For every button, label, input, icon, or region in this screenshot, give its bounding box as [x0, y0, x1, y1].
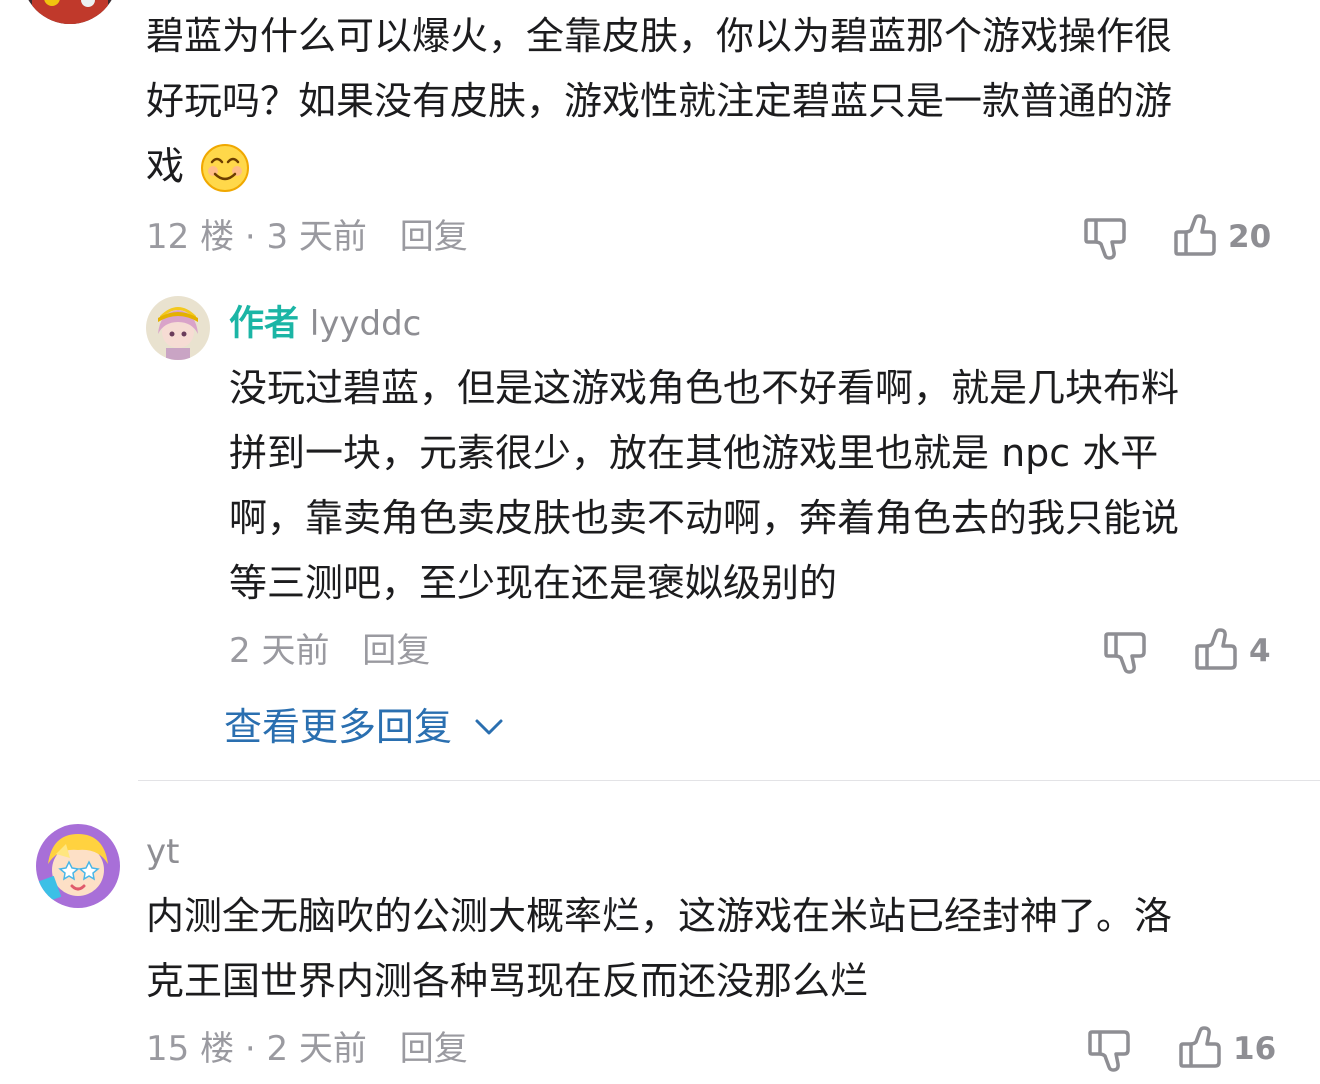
grinning-face-emoji-icon: [200, 143, 250, 193]
author-reply-like-button[interactable]: 4: [1193, 626, 1271, 676]
comment-12-line-3-wrap: 戏: [146, 134, 250, 199]
chevron-down-icon: [475, 719, 503, 735]
comment-12-like-button[interactable]: 20: [1172, 212, 1271, 262]
author-reply-meta: 2 天前 回复: [229, 631, 430, 671]
comment-12-reply-button[interactable]: 回复: [400, 217, 468, 257]
comment-15-reply-button[interactable]: 回复: [400, 1029, 468, 1069]
author-avatar[interactable]: [146, 296, 210, 360]
comment-12-line-1: 碧蓝为什么可以爆火，全靠皮肤，你以为碧蓝那个游戏操作很: [146, 14, 1173, 58]
comment-15-floor-time: 15 楼 · 2 天前: [146, 1029, 367, 1069]
thumbs-down-icon: [1084, 218, 1126, 260]
author-reply-line-2: 拼到一块，元素很少，放在其他游戏里也就是 npc 水平: [229, 431, 1159, 475]
author-name-row: 作者 lyyddc: [229, 304, 421, 344]
thumbs-down-icon: [1088, 1030, 1130, 1072]
thumbs-up-icon: [1179, 1026, 1221, 1068]
comment-15-line-1: 内测全无脑吹的公测大概率烂，这游戏在米站已经封神了。洛: [146, 894, 1173, 938]
comment-12-line-3: 戏: [146, 144, 185, 188]
comment-15-meta: 15 楼 · 2 天前 回复: [146, 1029, 468, 1069]
comment-12-like-count: 20: [1228, 219, 1272, 255]
view-more-replies-label: 查看更多回复: [224, 705, 453, 749]
comment-15-dislike-button[interactable]: [1086, 1024, 1136, 1074]
comment-12-dislike-button[interactable]: [1082, 212, 1132, 262]
author-reply-line-1: 没玩过碧蓝，但是这游戏角色也不好看啊，就是几块布料: [229, 366, 1180, 410]
comment-feed: 碧蓝为什么可以爆火，全靠皮肤，你以为碧蓝那个游戏操作很 好玩吗？如果没有皮肤，游…: [0, 0, 1320, 1084]
thumbs-up-icon: [1174, 214, 1216, 256]
author-badge: 作者: [229, 304, 300, 344]
comment-12-floor-time: 12 楼 · 3 天前: [146, 217, 367, 257]
author-reply-reply-button[interactable]: 回复: [362, 631, 430, 671]
author-reply-line-3: 啊，靠卖角色卖皮肤也卖不动啊，奔着角色去的我只能说: [229, 496, 1180, 540]
comment-15-line-2: 克王国世界内测各种骂现在反而还没那么烂: [146, 959, 869, 1003]
commenter-avatar-yt[interactable]: [36, 824, 120, 908]
thumbs-down-icon: [1104, 632, 1146, 674]
commenter-avatar-top[interactable]: [22, 0, 118, 24]
comment-15-like-count: 16: [1233, 1031, 1277, 1067]
comment-15-like-button[interactable]: 16: [1177, 1024, 1276, 1074]
view-more-replies-link[interactable]: 查看更多回复: [224, 702, 504, 752]
author-reply-like-count: 4: [1249, 633, 1271, 669]
comment-divider: [138, 780, 1320, 781]
comment-12-meta: 12 楼 · 3 天前 回复: [146, 217, 468, 257]
comment-15-username[interactable]: yt: [146, 832, 179, 872]
thumbs-up-icon: [1195, 628, 1237, 670]
author-username[interactable]: lyyddc: [310, 304, 422, 344]
author-reply-time: 2 天前: [229, 631, 330, 671]
author-reply-line-4: 等三测吧，至少现在还是褒姒级别的: [229, 561, 838, 605]
comment-12-line-2: 好玩吗？如果没有皮肤，游戏性就注定碧蓝只是一款普通的游: [146, 79, 1173, 123]
author-reply-dislike-button[interactable]: [1102, 626, 1152, 676]
